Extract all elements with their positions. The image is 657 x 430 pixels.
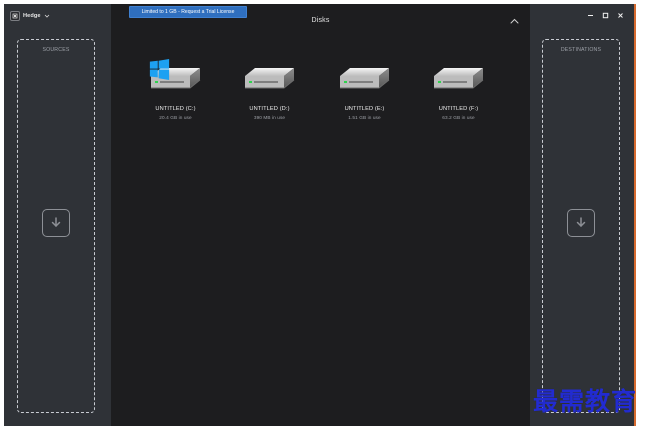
minimize-icon[interactable] — [587, 12, 594, 19]
download-arrow-icon — [42, 209, 70, 237]
sources-drop-zone[interactable]: SOURCES — [17, 39, 95, 413]
destinations-title: DESTINATIONS — [560, 47, 602, 53]
destinations-panel: DESTINATIONS — [530, 4, 634, 426]
drive-icon — [241, 58, 299, 94]
watermark-text: 最需教育 — [533, 387, 638, 416]
close-icon[interactable] — [617, 12, 624, 19]
chevron-up-icon[interactable] — [509, 17, 519, 25]
chevron-down-icon — [44, 14, 49, 18]
page-title: Disks — [311, 17, 330, 24]
hedge-menu[interactable]: Hedge — [10, 10, 50, 22]
disk-name: UNTITLED (F:) — [438, 106, 479, 112]
disk-usage: 390 MB in use — [253, 115, 286, 120]
destinations-drop-zone[interactable]: DESTINATIONS — [542, 39, 620, 413]
drive-icon — [430, 58, 488, 94]
disk-usage: 20.4 GB in use — [159, 115, 192, 120]
disk-item-e[interactable]: UNTITLED (E:) 1.51 GB in use — [327, 58, 402, 130]
disk-name: UNTITLED (C:) — [155, 106, 196, 112]
hedge-app-window: Hedge SOURCES Disks UNTITLED (C:) 20.4 G… — [4, 4, 636, 426]
disk-item-c[interactable]: UNTITLED (C:) 20.4 GB in use — [138, 58, 213, 130]
hedge-menu-label: Hedge — [23, 13, 41, 19]
disk-usage: 63.2 GB in use — [442, 115, 475, 120]
drive-icon — [336, 58, 394, 94]
hedge-app-icon — [10, 11, 20, 21]
system-drive-icon — [147, 58, 205, 94]
windows-logo-icon — [149, 59, 169, 80]
disk-usage: 1.51 GB in use — [348, 115, 381, 120]
window-controls — [587, 12, 624, 19]
disk-item-f[interactable]: UNTITLED (F:) 63.2 GB in use — [421, 58, 496, 130]
sources-title: SOURCES — [42, 47, 70, 53]
disk-item-d[interactable]: UNTITLED (D:) 390 MB in use — [232, 58, 307, 130]
trial-license-banner[interactable]: Limited to 1 GB - Request a Trial Licens… — [129, 6, 247, 18]
sources-panel: Hedge SOURCES — [4, 4, 111, 426]
disk-name: UNTITLED (D:) — [249, 106, 290, 112]
download-arrow-icon — [567, 209, 595, 237]
disks-main-area: Disks UNTITLED (C:) 20.4 GB in use UNTIT… — [111, 4, 530, 426]
restore-icon[interactable] — [602, 12, 609, 19]
disk-name: UNTITLED (E:) — [344, 106, 385, 112]
